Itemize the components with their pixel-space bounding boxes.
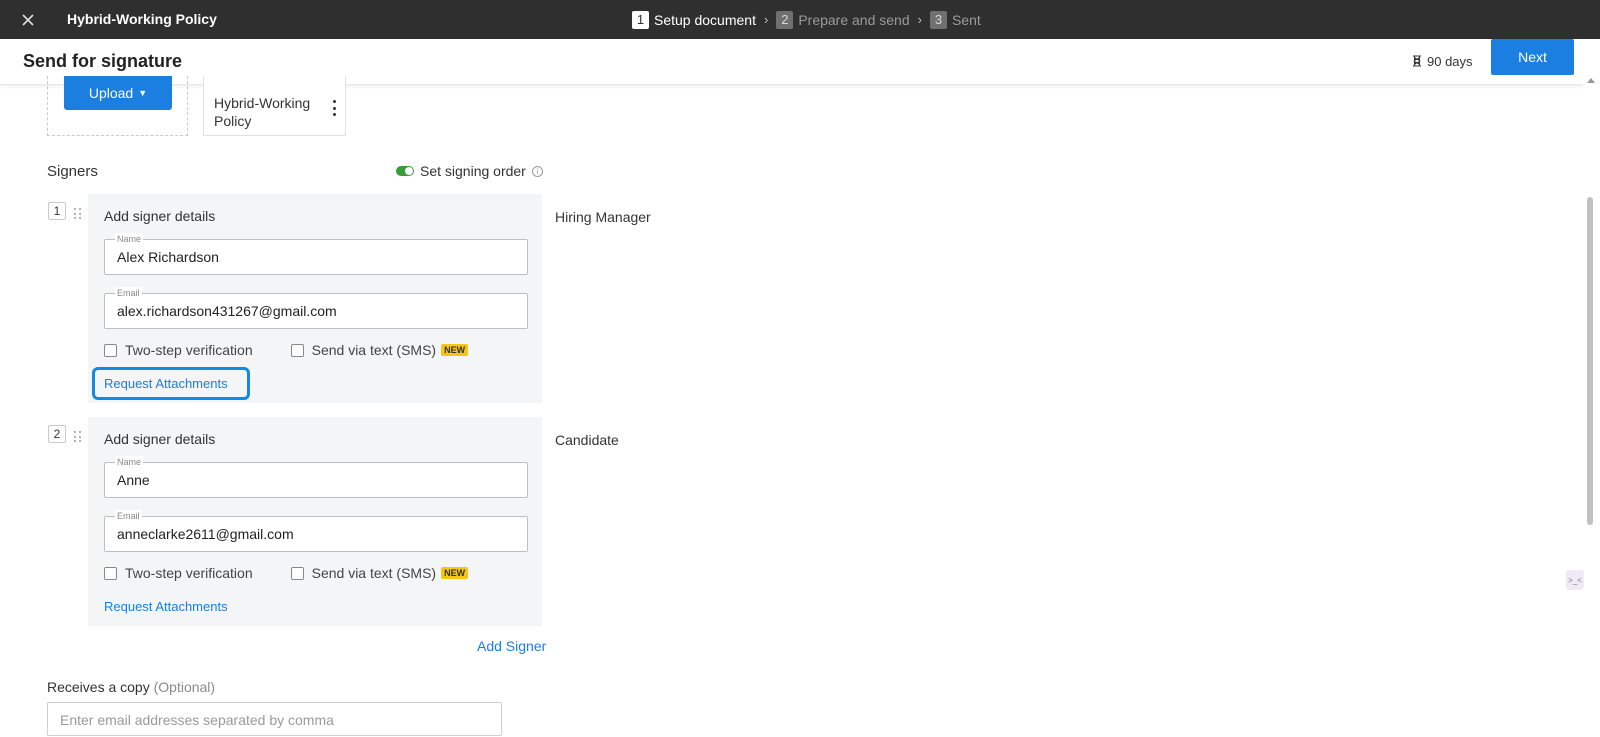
step-number: 3 [929, 10, 947, 29]
two-step-verification-checkbox[interactable]: Two-step verification [104, 342, 253, 358]
signer-card-title: Add signer details [104, 431, 216, 447]
optional-text: (Optional) [153, 679, 216, 695]
hourglass-icon [1413, 55, 1421, 67]
two-step-label: Two-step verification [125, 565, 253, 581]
signer-options: Two-step verification Send via text (SMS… [104, 342, 506, 358]
signer-order-number[interactable]: 1 [48, 202, 66, 220]
chevron-right-icon: › [917, 12, 922, 27]
step-number: 1 [632, 10, 649, 29]
signer-card-title: Add signer details [104, 208, 216, 224]
scroll-thumb[interactable] [1587, 197, 1593, 525]
upload-button-label: Upload [88, 85, 134, 101]
checkbox[interactable] [290, 343, 304, 357]
step-setup-document[interactable]: 1 Setup document [632, 10, 756, 29]
chevron-right-icon: › [763, 12, 769, 27]
signer-email-value: anneclarke2611@gmail.com [117, 526, 294, 542]
send-via-sms-checkbox[interactable]: Send via text (SMS) NEW [290, 342, 469, 358]
toggle-icon[interactable] [396, 166, 414, 176]
close-icon[interactable] [0, 0, 55, 39]
focus-highlight [92, 367, 250, 400]
expiry-setting[interactable]: 90 days [1412, 39, 1473, 83]
new-badge: NEW [441, 567, 469, 579]
signer-name-field[interactable]: Name Anne [104, 456, 528, 498]
step-prepare-and-send[interactable]: 2 Prepare and send [776, 10, 910, 29]
caret-down-icon: ▼ [138, 88, 148, 98]
checkbox[interactable] [290, 566, 304, 580]
signer-name-value: Anne [117, 472, 150, 488]
add-signer-link[interactable]: Add Signer [477, 638, 546, 654]
document-name: Hybrid-Working Policy [214, 95, 311, 129]
signer-role: Candidate [555, 432, 619, 448]
step-label: Prepare and send [798, 11, 910, 28]
signers-heading: Signers [47, 163, 98, 180]
step-number: 2 [776, 10, 794, 29]
send-via-sms-checkbox[interactable]: Send via text (SMS) NEW [290, 565, 469, 581]
sms-label: Send via text (SMS) [311, 342, 437, 358]
scrollbar[interactable] [1583, 76, 1600, 734]
receives-copy-label: Receives a copy (Optional) [47, 679, 215, 695]
signing-order-label: Set signing order [420, 163, 526, 179]
signer-options: Two-step verification Send via text (SMS… [104, 565, 506, 581]
document-card[interactable]: Hybrid-Working Policy [203, 76, 346, 136]
two-step-verification-checkbox[interactable]: Two-step verification [104, 565, 253, 581]
drag-handle-icon[interactable] [74, 431, 82, 443]
signer-email-value: alex.richardson431267@gmail.com [117, 303, 337, 319]
new-badge: NEW [441, 344, 469, 356]
top-bar: Hybrid-Working Policy 1 Setup document ›… [0, 0, 1600, 39]
document-title: Hybrid-Working Policy [67, 11, 217, 27]
step-label: Setup document [654, 11, 756, 28]
signer-name-value: Alex Richardson [117, 249, 219, 265]
step-sent[interactable]: 3 Sent [929, 10, 981, 29]
receives-copy-text: Receives a copy [47, 679, 150, 695]
cc-email-input[interactable]: Enter email addresses separated by comma [47, 702, 502, 736]
drag-handle-icon[interactable] [74, 208, 82, 220]
request-attachments-link[interactable]: Request Attachments [104, 599, 228, 614]
step-label: Sent [951, 11, 981, 28]
scroll-up-icon[interactable] [1587, 78, 1595, 83]
expiry-days: 90 days [1427, 53, 1473, 69]
two-step-label: Two-step verification [125, 342, 253, 358]
checkbox[interactable] [104, 566, 117, 580]
upload-button[interactable]: Upload ▼ [64, 76, 172, 110]
signer-name-field[interactable]: Name Alex Richardson [104, 233, 528, 275]
signer-email-field[interactable]: Email alex.richardson431267@gmail.com [104, 287, 528, 329]
signer-order-number[interactable]: 2 [48, 425, 66, 443]
checkbox[interactable] [104, 343, 117, 357]
signer-card: Add signer details Name Anne Email annec… [88, 417, 542, 626]
kebab-menu-icon[interactable] [331, 100, 337, 116]
next-button[interactable]: Next [1491, 39, 1574, 75]
info-icon[interactable]: i [531, 165, 543, 177]
signing-order-toggle[interactable]: Set signing order i [396, 163, 543, 179]
chat-widget-icon[interactable]: >_< [1566, 570, 1584, 590]
signer-email-field[interactable]: Email anneclarke2611@gmail.com [104, 510, 528, 552]
signer-role: Hiring Manager [555, 209, 651, 225]
sms-label: Send via text (SMS) [311, 565, 437, 581]
progress-steps: 1 Setup document › 2 Prepare and send › … [632, 0, 989, 39]
